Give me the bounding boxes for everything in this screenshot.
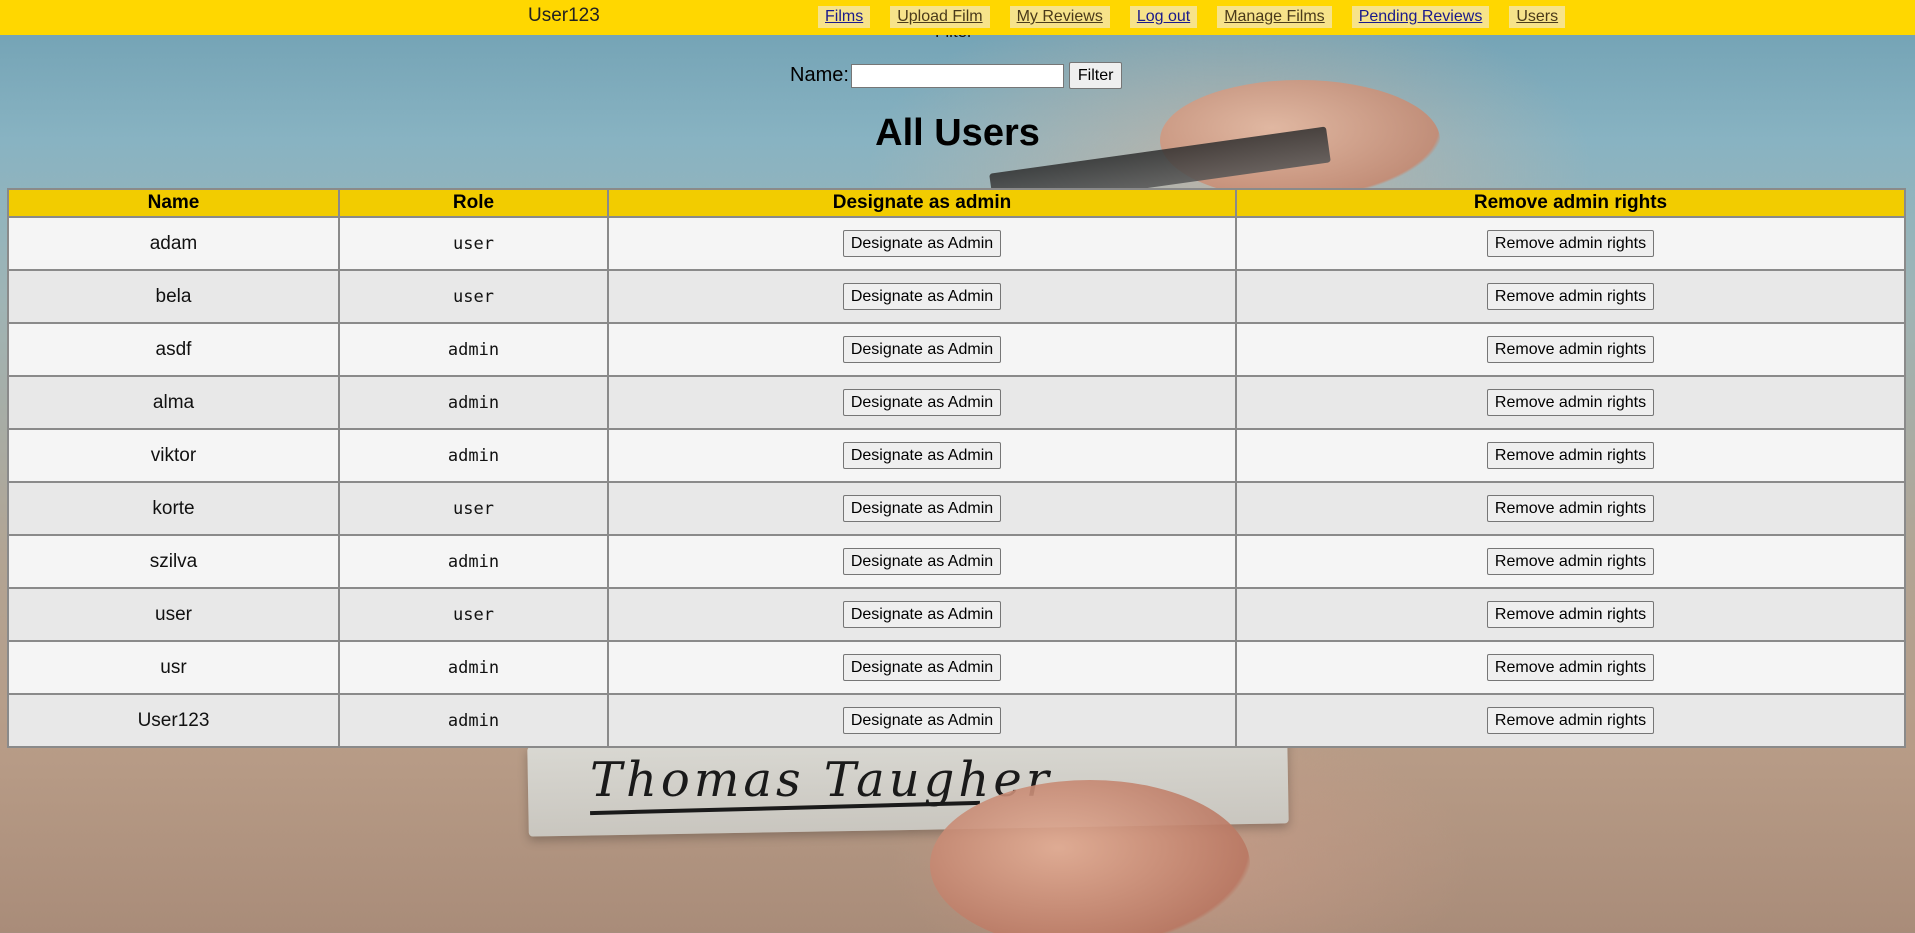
users-table: Name Role Designate as admin Remove admi…: [7, 188, 1906, 748]
remove-admin-button[interactable]: Remove admin rights: [1486, 442, 1655, 469]
designate-cell: Designate as Admin: [607, 322, 1237, 377]
current-username: User123: [528, 5, 600, 26]
designate-admin-button[interactable]: Designate as Admin: [842, 442, 1002, 469]
remove-admin-button[interactable]: Remove admin rights: [1486, 654, 1655, 681]
user-name-cell: usr: [7, 640, 340, 695]
user-name-cell: szilva: [7, 534, 340, 589]
remove-admin-button[interactable]: Remove admin rights: [1486, 495, 1655, 522]
table-row: korte user Designate as Admin Remove admin …: [7, 481, 1906, 536]
nav-link-upload-film[interactable]: Upload Film: [890, 6, 990, 28]
remove-admin-button[interactable]: Remove admin rights: [1486, 389, 1655, 416]
filter-button[interactable]: Filter: [1068, 62, 1123, 89]
page-title: All Users: [875, 112, 1040, 154]
remove-admin-cell: Remove admin rights: [1235, 640, 1906, 695]
designate-admin-button[interactable]: Designate as Admin: [842, 230, 1002, 257]
user-name-cell: bela: [7, 269, 340, 324]
remove-admin-button[interactable]: Remove admin rights: [1486, 707, 1655, 734]
designate-cell: Designate as Admin: [607, 693, 1237, 748]
remove-admin-button[interactable]: Remove admin rights: [1486, 283, 1655, 310]
user-name-cell: user: [7, 587, 340, 642]
user-name-cell: viktor: [7, 428, 340, 483]
top-navbar: User123 Films Upload Film My Reviews Log…: [0, 0, 1915, 35]
user-role-cell: user: [338, 587, 609, 642]
designate-admin-button[interactable]: Designate as Admin: [842, 336, 1002, 363]
designate-cell: Designate as Admin: [607, 375, 1237, 430]
remove-admin-cell: Remove admin rights: [1235, 693, 1906, 748]
designate-admin-button[interactable]: Designate as Admin: [842, 601, 1002, 628]
user-name-cell: User123: [7, 693, 340, 748]
remove-admin-cell: Remove admin rights: [1235, 322, 1906, 377]
designate-cell: Designate as Admin: [607, 216, 1237, 271]
designate-cell: Designate as Admin: [607, 428, 1237, 483]
remove-admin-button[interactable]: Remove admin rights: [1486, 548, 1655, 575]
designate-cell: Designate as Admin: [607, 587, 1237, 642]
table-row: User123 admin Designate as Admin Remove adm…: [7, 693, 1906, 748]
column-header-role: Role: [338, 188, 609, 218]
table-header-row: Name Role Designate as admin Remove admi…: [7, 188, 1906, 218]
user-role-cell: admin: [338, 534, 609, 589]
column-header-remove: Remove admin rights: [1235, 188, 1906, 218]
remove-admin-cell: Remove admin rights: [1235, 269, 1906, 324]
designate-cell: Designate as Admin: [607, 481, 1237, 536]
remove-admin-button[interactable]: Remove admin rights: [1486, 230, 1655, 257]
designate-cell: Designate as Admin: [607, 640, 1237, 695]
table-row: asdf admin Designate as Admin Remove admin …: [7, 322, 1906, 377]
user-role-cell: admin: [338, 693, 609, 748]
table-row: szilva admin Designate as Admin Remove admi…: [7, 534, 1906, 589]
user-name-cell: adam: [7, 216, 340, 271]
nav-link-manage-films[interactable]: Manage Films: [1217, 6, 1332, 28]
filter-name-label: Name:: [790, 64, 849, 86]
remove-admin-cell: Remove admin rights: [1235, 481, 1906, 536]
remove-admin-cell: Remove admin rights: [1235, 216, 1906, 271]
user-role-cell: user: [338, 216, 609, 271]
remove-admin-cell: Remove admin rights: [1235, 428, 1906, 483]
nav-link-log-out[interactable]: Log out: [1129, 6, 1198, 28]
designate-admin-button[interactable]: Designate as Admin: [842, 389, 1002, 416]
designate-admin-button[interactable]: Designate as Admin: [842, 548, 1002, 575]
table-row: user user Designate as Admin Remove admin r…: [7, 587, 1906, 642]
column-header-name: Name: [7, 188, 340, 218]
designate-admin-button[interactable]: Designate as Admin: [842, 283, 1002, 310]
designate-admin-button[interactable]: Designate as Admin: [842, 707, 1002, 734]
designate-cell: Designate as Admin: [607, 534, 1237, 589]
designate-admin-button[interactable]: Designate as Admin: [842, 495, 1002, 522]
column-header-designate: Designate as admin: [607, 188, 1237, 218]
remove-admin-button[interactable]: Remove admin rights: [1486, 601, 1655, 628]
table-row: viktor admin Designate as Admin Remove admi…: [7, 428, 1906, 483]
table-row: usr admin Designate as Admin Remove admin r…: [7, 640, 1906, 695]
user-role-cell: admin: [338, 322, 609, 377]
designate-admin-button[interactable]: Designate as Admin: [842, 654, 1002, 681]
table-row: bela user Designate as Admin Remove admin r…: [7, 269, 1906, 324]
user-role-cell: admin: [338, 428, 609, 483]
user-role-cell: admin: [338, 640, 609, 695]
remove-admin-cell: Remove admin rights: [1235, 534, 1906, 589]
nav-link-films[interactable]: Films: [818, 6, 871, 28]
remove-admin-cell: Remove admin rights: [1235, 375, 1906, 430]
user-role-cell: admin: [338, 375, 609, 430]
nav-link-users[interactable]: Users: [1509, 6, 1566, 28]
user-role-cell: user: [338, 269, 609, 324]
remove-admin-button[interactable]: Remove admin rights: [1486, 336, 1655, 363]
filter-name-input[interactable]: [850, 63, 1064, 88]
filter-form: Name: Filter: [790, 62, 1123, 89]
table-row: alma admin Designate as Admin Remove admin …: [7, 375, 1906, 430]
users-table-body: adam user Designate as Admin Remove admin r…: [7, 216, 1906, 748]
designate-cell: Designate as Admin: [607, 269, 1237, 324]
user-name-cell: alma: [7, 375, 340, 430]
user-name-cell: asdf: [7, 322, 340, 377]
user-role-cell: user: [338, 481, 609, 536]
remove-admin-cell: Remove admin rights: [1235, 587, 1906, 642]
user-name-cell: korte: [7, 481, 340, 536]
nav-links: Films Upload Film My Reviews Log out Man…: [818, 6, 1585, 28]
background-handwriting: Thomas Taugher: [590, 752, 1053, 808]
nav-link-my-reviews[interactable]: My Reviews: [1009, 6, 1110, 28]
table-row: adam user Designate as Admin Remove admin r…: [7, 216, 1906, 271]
nav-link-pending-reviews[interactable]: Pending Reviews: [1351, 6, 1490, 28]
